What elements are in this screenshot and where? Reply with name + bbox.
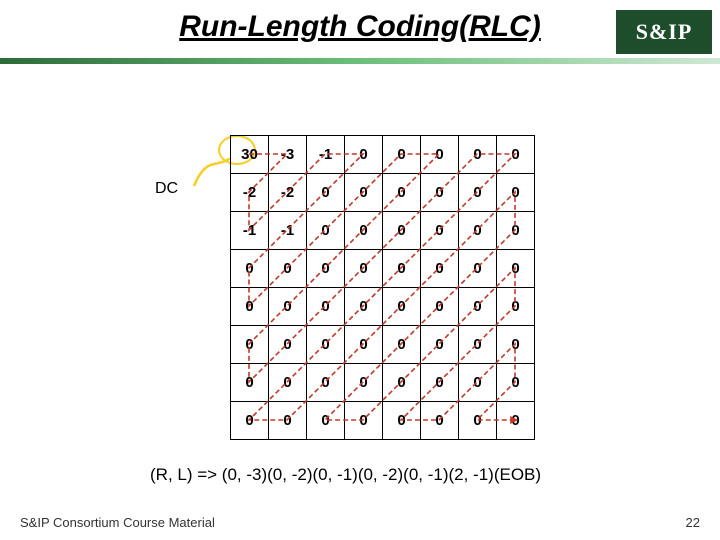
cell-4-7: 0	[497, 288, 535, 326]
cell-5-4: 0	[383, 326, 421, 364]
cell-0-6: 0	[459, 136, 497, 174]
cell-6-1: 0	[269, 364, 307, 402]
cell-2-6: 0	[459, 212, 497, 250]
cell-0-4: 0	[383, 136, 421, 174]
cell-6-3: 0	[345, 364, 383, 402]
cell-2-7: 0	[497, 212, 535, 250]
cell-1-0: -2	[231, 174, 269, 212]
logo-box: S&IP	[614, 8, 714, 56]
dc-label: DC	[155, 180, 178, 198]
cell-3-0: 0	[231, 250, 269, 288]
cell-4-6: 0	[459, 288, 497, 326]
cell-4-2: 0	[307, 288, 345, 326]
cell-1-4: 0	[383, 174, 421, 212]
cell-3-6: 0	[459, 250, 497, 288]
cell-0-3: 0	[345, 136, 383, 174]
cell-4-0: 0	[231, 288, 269, 326]
cell-3-4: 0	[383, 250, 421, 288]
cell-0-5: 0	[421, 136, 459, 174]
cell-7-6: 0	[459, 402, 497, 440]
cell-4-1: 0	[269, 288, 307, 326]
cell-7-0: 0	[231, 402, 269, 440]
cell-1-5: 0	[421, 174, 459, 212]
cell-3-1: 0	[269, 250, 307, 288]
rl-encoding-text: (R, L) => (0, -3)(0, -2)(0, -1)(0, -2)(0…	[150, 465, 541, 485]
cell-3-7: 0	[497, 250, 535, 288]
page-title: Run-Length Coding(RLC)	[179, 10, 541, 43]
cell-1-6: 0	[459, 174, 497, 212]
cell-2-2: 0	[307, 212, 345, 250]
cell-2-0: -1	[231, 212, 269, 250]
page-number: 22	[686, 515, 700, 530]
cell-3-5: 0	[421, 250, 459, 288]
cell-2-3: 0	[345, 212, 383, 250]
cell-6-4: 0	[383, 364, 421, 402]
cell-1-1: -2	[269, 174, 307, 212]
coefficient-matrix: 30-3-100000-2-2000000-1-1000000000000000…	[230, 135, 535, 440]
cell-1-3: 0	[345, 174, 383, 212]
cell-2-1: -1	[269, 212, 307, 250]
cell-6-5: 0	[421, 364, 459, 402]
cell-7-7: 0	[497, 402, 535, 440]
cell-5-7: 0	[497, 326, 535, 364]
cell-4-4: 0	[383, 288, 421, 326]
cell-5-2: 0	[307, 326, 345, 364]
cell-5-0: 0	[231, 326, 269, 364]
footer-text: S&IP Consortium Course Material	[20, 515, 215, 530]
cell-0-1: -3	[269, 136, 307, 174]
cell-7-4: 0	[383, 402, 421, 440]
cell-1-7: 0	[497, 174, 535, 212]
cell-6-6: 0	[459, 364, 497, 402]
cell-4-3: 0	[345, 288, 383, 326]
cell-5-1: 0	[269, 326, 307, 364]
matrix-container: 30-3-100000-2-2000000-1-1000000000000000…	[230, 135, 534, 440]
cell-3-3: 0	[345, 250, 383, 288]
cell-6-2: 0	[307, 364, 345, 402]
cell-5-6: 0	[459, 326, 497, 364]
cell-7-2: 0	[307, 402, 345, 440]
cell-5-3: 0	[345, 326, 383, 364]
cell-6-7: 0	[497, 364, 535, 402]
logo-text: S&IP	[636, 19, 693, 45]
title-divider	[0, 58, 720, 64]
cell-0-0: 30	[231, 136, 269, 174]
cell-1-2: 0	[307, 174, 345, 212]
cell-7-1: 0	[269, 402, 307, 440]
dc-pointer-line	[192, 158, 232, 188]
cell-7-3: 0	[345, 402, 383, 440]
cell-3-2: 0	[307, 250, 345, 288]
cell-5-5: 0	[421, 326, 459, 364]
cell-6-0: 0	[231, 364, 269, 402]
cell-0-2: -1	[307, 136, 345, 174]
cell-7-5: 0	[421, 402, 459, 440]
cell-4-5: 0	[421, 288, 459, 326]
cell-2-4: 0	[383, 212, 421, 250]
cell-0-7: 0	[497, 136, 535, 174]
cell-2-5: 0	[421, 212, 459, 250]
